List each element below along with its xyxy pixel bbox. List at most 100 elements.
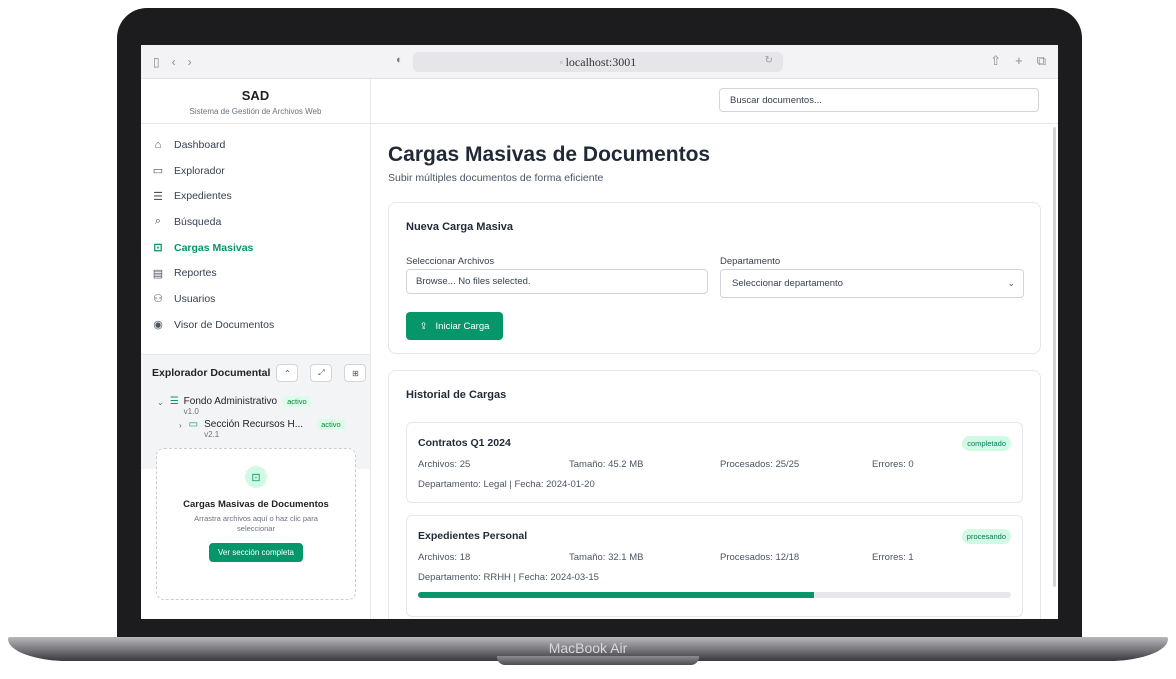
sidebar-item-visor[interactable]: ◉ Visor de Documentos: [141, 312, 370, 338]
database-icon: ☰: [169, 396, 179, 407]
sidebar-item-usuarios[interactable]: ⚇ Usuarios: [141, 286, 370, 312]
file-add-icon: ⊞: [352, 368, 359, 378]
sidebar-item-explorador[interactable]: ▭ Explorador: [141, 158, 370, 184]
upload-history-card: Historial de Cargas Contratos Q1 2024 co…: [388, 370, 1041, 619]
report-icon: ▤: [152, 267, 164, 280]
search-icon: ⌕: [154, 215, 162, 228]
app-title: SAD: [241, 88, 270, 103]
home-icon: ⌂: [154, 138, 162, 151]
department-select[interactable]: Seleccionar departamento ⌄: [720, 269, 1024, 298]
start-upload-button[interactable]: ⇪ Iniciar Carga: [406, 312, 503, 340]
file-input[interactable]: Browse... No files selected.: [406, 269, 708, 294]
start-upload-label: Iniciar Carga: [435, 320, 490, 332]
file-size: Tamaño: 32.1 MB: [569, 552, 644, 563]
tree-node-version: v1.0: [183, 407, 199, 416]
sidebar-item-label: Cargas Masivas: [174, 241, 254, 254]
app-subtitle: Sistema de Gestión de Archivos Web: [189, 107, 322, 116]
new-upload-card: Nueva Carga Masiva Seleccionar Archivos …: [388, 202, 1041, 354]
sidebar-item-label: Reportes: [174, 267, 217, 280]
tabs-overview-icon[interactable]: ⧉: [1037, 53, 1046, 69]
department-label: Departamento: [720, 256, 781, 267]
processed-count: Procesados: 25/25: [720, 459, 800, 470]
progress-fill: [418, 592, 814, 598]
page-icon: ▫: [559, 57, 563, 67]
database-icon: ☰: [153, 190, 163, 203]
share-icon[interactable]: ⇧: [990, 53, 1001, 69]
forward-icon[interactable]: ›: [188, 55, 192, 69]
sidebar-item-reportes[interactable]: ▤ Reportes: [141, 260, 370, 286]
department-select-value: Seleccionar departamento: [732, 278, 843, 289]
status-badge: activo: [317, 419, 345, 430]
sidebar-item-cargas-masivas[interactable]: ⊡ Cargas Masivas: [141, 235, 370, 261]
browser-toolbar: ▯ ‹ › ◐ ▫ localhost:3001 ↻ ⇧ + ⧉: [141, 45, 1058, 79]
explorer-title: Explorador Documental: [152, 367, 271, 379]
status-badge: procesando: [961, 529, 1011, 544]
page-title: Cargas Masivas de Documentos: [388, 143, 711, 166]
expand-button[interactable]: ⤢: [310, 364, 333, 382]
tree-node-label: Sección Recursos H...: [204, 419, 304, 430]
new-tab-icon[interactable]: +: [1015, 53, 1023, 69]
page-subtitle: Subir múltiples documentos de forma efic…: [388, 172, 604, 184]
tree-node[interactable]: ⌄ ☰ Fondo Administrativo activo v1.0: [157, 396, 370, 416]
tree-node-version: v2.1: [204, 430, 220, 439]
collapse-button[interactable]: ⌃: [276, 364, 299, 382]
users-icon: ⚇: [153, 293, 163, 306]
search-input[interactable]: Buscar documentos...: [719, 88, 1039, 112]
view-section-button[interactable]: Ver sección completa: [208, 542, 304, 562]
laptop-notch: [497, 656, 699, 665]
files-count: Archivos: 25: [418, 459, 471, 470]
shield-icon[interactable]: ◐: [396, 54, 403, 66]
files-label: Seleccionar Archivos: [406, 256, 495, 267]
sidebar-item-expedientes[interactable]: ☰ Expedientes: [141, 183, 370, 209]
chevron-right-icon: ›: [179, 421, 182, 430]
sidebar-item-label: Dashboard: [174, 138, 226, 151]
device-label: MacBook Air: [548, 640, 628, 656]
sidebar-item-label: Visor de Documentos: [174, 318, 275, 331]
sidebar-item-label: Usuarios: [174, 292, 216, 305]
chevron-down-icon: ⌄: [157, 398, 164, 407]
screen: ▯ ‹ › ◐ ▫ localhost:3001 ↻ ⇧ + ⧉ SAD Sis…: [141, 45, 1058, 619]
reload-icon[interactable]: ↻: [765, 55, 773, 66]
upload-dropzone[interactable]: ⊡ Cargas Masivas de Documentos Arrastra …: [156, 448, 356, 600]
upload-name: Expedientes Personal: [418, 530, 528, 542]
file-upload-icon: ⊡: [153, 242, 163, 255]
file-size: Tamaño: 45.2 MB: [569, 459, 644, 470]
expand-icon: ⤢: [318, 368, 325, 377]
sidebar-item-busqueda[interactable]: ⌕ Búsqueda: [141, 209, 370, 235]
sidebar-item-label: Expedientes: [174, 190, 232, 203]
status-badge: activo: [283, 396, 311, 407]
list-item[interactable]: Expedientes Personal procesando Archivos…: [406, 515, 1023, 617]
url-text: localhost:3001: [565, 54, 637, 69]
address-bar[interactable]: ▫ localhost:3001 ↻: [413, 52, 783, 72]
chevron-up-icon: ⌃: [284, 368, 291, 378]
list-item[interactable]: Contratos Q1 2024 completado Archivos: 2…: [406, 422, 1023, 503]
dropzone-title: Cargas Masivas de Documentos: [183, 499, 329, 510]
folder-icon: ▭: [152, 165, 164, 178]
upload-meta: Departamento: RRHH | Fecha: 2024-03-15: [418, 572, 599, 583]
new-document-button[interactable]: ⊞: [344, 364, 367, 382]
top-bar: Buscar documentos...: [371, 79, 1058, 124]
sidebar-toggle-icon[interactable]: ▯: [153, 55, 160, 69]
upload-meta: Departamento: Legal | Fecha: 2024-01-20: [418, 479, 595, 490]
status-badge: completado: [962, 436, 1011, 451]
error-count: Errores: 1: [872, 552, 914, 563]
sidebar-item-label: Explorador: [174, 164, 225, 177]
files-count: Archivos: 18: [418, 552, 471, 563]
chevron-down-icon: ⌄: [1007, 278, 1015, 288]
card-title: Nueva Carga Masiva: [406, 221, 513, 233]
eye-icon: ◉: [153, 319, 163, 332]
sidebar-nav: ⌂ Dashboard ▭ Explorador ☰ Expedientes ⌕ Bús…: [141, 124, 370, 338]
folder-icon: ▭: [188, 419, 199, 430]
file-upload-icon: ⊡: [245, 466, 267, 488]
tree-node[interactable]: › ▭ Sección Recursos H... activo v2.1: [179, 419, 370, 439]
processed-count: Procesados: 12/18: [720, 552, 800, 563]
progress-bar: [418, 592, 1011, 598]
error-count: Errores: 0: [872, 459, 914, 470]
sidebar-item-dashboard[interactable]: ⌂ Dashboard: [141, 132, 370, 158]
scrollbar[interactable]: [1053, 127, 1056, 587]
upload-name: Contratos Q1 2024: [418, 437, 511, 449]
upload-icon: ⇪: [419, 320, 428, 332]
back-icon[interactable]: ‹: [172, 55, 176, 69]
main-content: Buscar documentos... Cargas Masivas de D…: [371, 79, 1058, 619]
card-title: Historial de Cargas: [406, 389, 507, 401]
